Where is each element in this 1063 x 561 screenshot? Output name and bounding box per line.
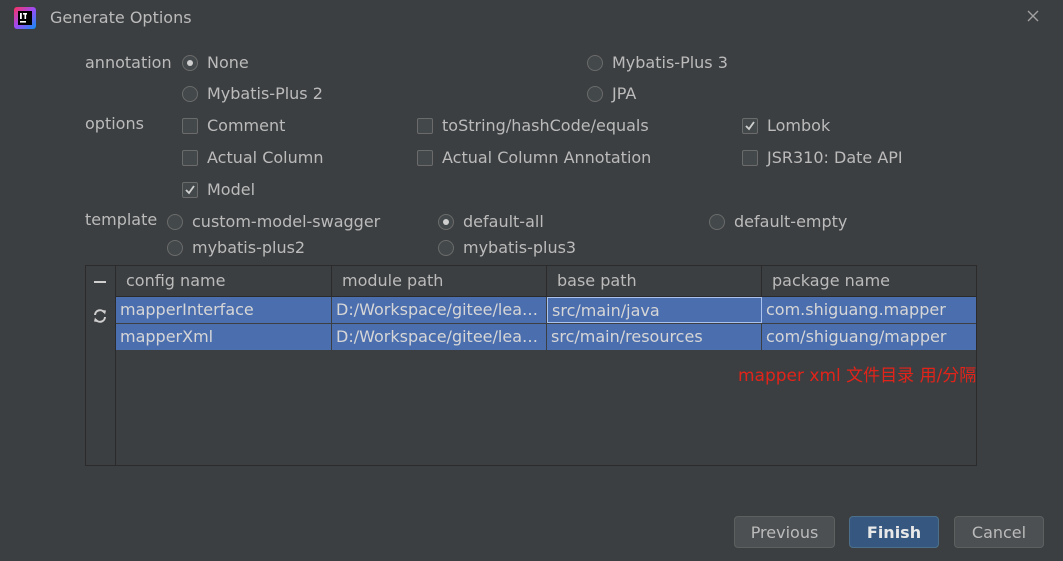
annotation-radio-mybatis-plus-2[interactable]: Mybatis-Plus 2 [182, 84, 323, 103]
option-model-checkbox[interactable]: Model [182, 180, 255, 199]
radio-icon [167, 213, 183, 230]
table-cell[interactable]: mapperInterface [116, 297, 332, 323]
checkbox-icon [182, 117, 198, 134]
template-label: template [85, 210, 158, 229]
table-cell[interactable]: D:/Workspace/gitee/lear... [332, 324, 547, 350]
table-row[interactable]: mapperInterface D:/Workspace/gitee/lear.… [116, 297, 976, 324]
template-radio-mybatis-plus2[interactable]: mybatis-plus2 [167, 238, 305, 257]
previous-button[interactable]: Previous [734, 516, 835, 548]
annotation-label: annotation [85, 53, 172, 72]
annotation-radio-none[interactable]: None [182, 53, 249, 72]
annotation-radio-jpa[interactable]: JPA [587, 84, 636, 103]
checkbox-icon [417, 117, 433, 134]
template-radio-default-empty[interactable]: default-empty [709, 212, 847, 231]
intellij-app-icon [14, 7, 36, 29]
checkbox-checked-icon [742, 117, 758, 134]
table-cell[interactable]: D:/Workspace/gitee/lear... [332, 297, 547, 323]
template-radio-mybatis-plus3[interactable]: mybatis-plus3 [438, 238, 576, 257]
finish-button[interactable]: Finish [849, 516, 939, 548]
checkbox-icon [742, 149, 758, 166]
table-cell[interactable]: com/shiguang/mapper [762, 324, 976, 350]
column-header[interactable]: module path [332, 266, 547, 296]
radio-icon [587, 54, 603, 71]
option-lombok-checkbox[interactable]: Lombok [742, 116, 830, 135]
table-cell[interactable]: src/main/resources [547, 324, 762, 350]
table-header: config name module path base path packag… [116, 266, 976, 297]
radio-icon [182, 85, 198, 102]
option-actual-column-annotation-checkbox[interactable]: Actual Column Annotation [417, 148, 651, 167]
annotation-radio-mybatis-plus-3[interactable]: Mybatis-Plus 3 [587, 53, 728, 72]
cancel-button[interactable]: Cancel [954, 516, 1044, 548]
table-toolbar [85, 265, 116, 466]
options-label: options [85, 114, 144, 133]
checkbox-checked-icon [182, 181, 198, 198]
table-cell-focused[interactable]: src/main/java [547, 297, 762, 323]
radio-icon [709, 213, 725, 230]
option-jsr310-checkbox[interactable]: JSR310: Date API [742, 148, 903, 167]
column-header[interactable]: base path [547, 266, 762, 296]
checkbox-icon [417, 149, 433, 166]
column-header[interactable]: package name [762, 266, 976, 296]
option-tostring-checkbox[interactable]: toString/hashCode/equals [417, 116, 649, 135]
radio-selected-icon [438, 213, 454, 230]
radio-icon [438, 239, 454, 256]
title-bar: Generate Options [0, 0, 1063, 36]
template-radio-custom-model-swagger[interactable]: custom-model-swagger [167, 212, 380, 231]
radio-icon [587, 85, 603, 102]
radio-icon [167, 239, 183, 256]
close-icon[interactable] [1022, 6, 1044, 28]
minus-icon[interactable] [89, 271, 111, 293]
option-comment-checkbox[interactable]: Comment [182, 116, 285, 135]
column-header[interactable]: config name [116, 266, 332, 296]
table-cell[interactable]: mapperXml [116, 324, 332, 350]
radio-selected-icon [182, 54, 198, 71]
config-table: config name module path base path packag… [116, 266, 976, 351]
option-actual-column-checkbox[interactable]: Actual Column [182, 148, 323, 167]
table-cell[interactable]: com.shiguang.mapper [762, 297, 976, 323]
template-radio-default-all[interactable]: default-all [438, 212, 544, 231]
mapper-xml-note: mapper xml 文件目录 用/分隔 [738, 366, 977, 386]
checkbox-icon [182, 149, 198, 166]
table-row[interactable]: mapperXml D:/Workspace/gitee/lear... src… [116, 324, 976, 351]
window-title: Generate Options [50, 8, 192, 27]
refresh-icon[interactable] [89, 305, 111, 327]
